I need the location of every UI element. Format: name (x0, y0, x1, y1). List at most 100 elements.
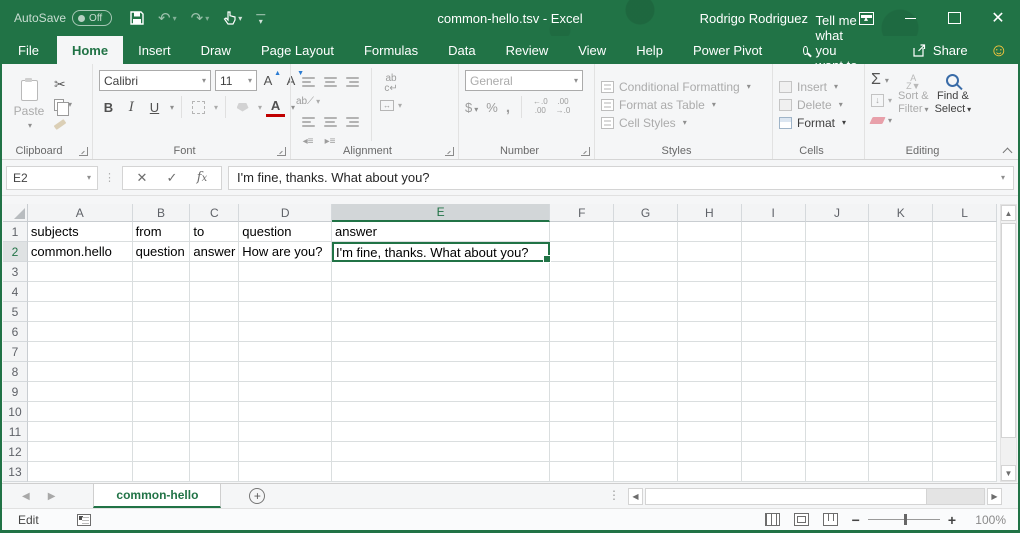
cell-E2[interactable]: I'm fine, thanks. What about you? (332, 242, 550, 262)
row-header-13[interactable]: 13 (3, 462, 28, 482)
cell-I13[interactable] (742, 462, 806, 482)
row-header-2[interactable]: 2 (3, 242, 28, 262)
redo-dropdown-icon[interactable]: ▾ (205, 14, 209, 23)
accounting-format-button[interactable]: $▾ (465, 100, 478, 115)
cell-H3[interactable] (678, 262, 742, 282)
cell-L13[interactable] (933, 462, 997, 482)
borders-button[interactable] (189, 98, 208, 117)
cell-K12[interactable] (869, 442, 933, 462)
alignment-dialog-launcher-icon[interactable] (445, 147, 454, 156)
cell-D8[interactable] (239, 362, 332, 382)
cell-A4[interactable] (28, 282, 133, 302)
cell-I2[interactable] (742, 242, 806, 262)
zoom-level[interactable]: 100% (970, 513, 1006, 527)
column-header-D[interactable]: D (239, 204, 332, 222)
cell-I11[interactable] (742, 422, 806, 442)
cell-H9[interactable] (678, 382, 742, 402)
cell-I12[interactable] (742, 442, 806, 462)
cell-A3[interactable] (28, 262, 133, 282)
cell-H10[interactable] (678, 402, 742, 422)
cell-B11[interactable] (133, 422, 191, 442)
cell-A1[interactable]: subjects (28, 222, 133, 242)
cell-J6[interactable] (806, 322, 870, 342)
cell-J8[interactable] (806, 362, 870, 382)
cell-C2[interactable]: answer (190, 242, 239, 262)
scroll-left-icon[interactable]: ◀ (628, 488, 643, 505)
tab-page-layout[interactable]: Page Layout (246, 36, 349, 64)
cell-J2[interactable] (806, 242, 870, 262)
font-color-button[interactable]: A (266, 98, 285, 117)
prev-sheet-icon[interactable]: ◀ (22, 491, 30, 502)
row-header-5[interactable]: 5 (3, 302, 28, 322)
format-cells-button[interactable]: Format▾ (779, 116, 846, 130)
cell-H8[interactable] (678, 362, 742, 382)
fill-color-dropdown-icon[interactable]: ▾ (258, 103, 262, 112)
cell-K10[interactable] (869, 402, 933, 422)
cell-F5[interactable] (550, 302, 614, 322)
cell-B5[interactable] (133, 302, 191, 322)
horizontal-scroll-thumb[interactable] (646, 489, 927, 504)
vertical-scroll-thumb[interactable] (1001, 223, 1016, 438)
scroll-right-icon[interactable]: ▶ (987, 488, 1002, 505)
format-painter-button[interactable] (54, 117, 84, 133)
cell-C12[interactable] (190, 442, 239, 462)
select-all-button[interactable] (3, 204, 28, 222)
cell-F9[interactable] (550, 382, 614, 402)
cell-C7[interactable] (190, 342, 239, 362)
tab-help[interactable]: Help (621, 36, 678, 64)
merge-center-button[interactable]: ↔▾ (380, 100, 402, 111)
column-header-I[interactable]: I (742, 204, 806, 222)
cell-B4[interactable] (133, 282, 191, 302)
cell-A10[interactable] (28, 402, 133, 422)
cell-J3[interactable] (806, 262, 870, 282)
cell-D7[interactable] (239, 342, 332, 362)
borders-dropdown-icon[interactable]: ▾ (214, 103, 218, 112)
percent-style-button[interactable]: % (486, 100, 498, 115)
row-header-6[interactable]: 6 (3, 322, 28, 342)
new-sheet-button[interactable]: + (249, 484, 265, 508)
redo-button[interactable]: ↷▾ (191, 9, 210, 27)
share-button[interactable]: Share (912, 36, 968, 64)
italic-button[interactable]: I (122, 98, 141, 117)
cell-C13[interactable] (190, 462, 239, 482)
cell-I9[interactable] (742, 382, 806, 402)
clear-button[interactable]: ▾ (871, 112, 892, 128)
cell-I1[interactable] (742, 222, 806, 242)
cell-I3[interactable] (742, 262, 806, 282)
number-format-select[interactable]: General▾ (465, 70, 583, 91)
cell-K6[interactable] (869, 322, 933, 342)
cell-D1[interactable]: question (239, 222, 332, 242)
cell-K9[interactable] (869, 382, 933, 402)
cell-B13[interactable] (133, 462, 191, 482)
cell-D13[interactable] (239, 462, 332, 482)
cell-A11[interactable] (28, 422, 133, 442)
font-dialog-launcher-icon[interactable] (277, 147, 286, 156)
cell-G12[interactable] (614, 442, 678, 462)
cell-B12[interactable] (133, 442, 191, 462)
cell-H7[interactable] (678, 342, 742, 362)
cell-D4[interactable] (239, 282, 332, 302)
bottom-align-button[interactable] (346, 77, 359, 87)
user-name[interactable]: Rodrigo Rodriguez (700, 11, 808, 26)
delete-cells-button[interactable]: Delete▾ (779, 98, 846, 112)
font-size-select[interactable]: 11▾ (215, 70, 257, 91)
cell-E13[interactable] (332, 462, 550, 482)
cell-K13[interactable] (869, 462, 933, 482)
cell-G13[interactable] (614, 462, 678, 482)
cell-F3[interactable] (550, 262, 614, 282)
cell-J4[interactable] (806, 282, 870, 302)
tab-file[interactable]: File (0, 36, 57, 64)
find-select-button[interactable]: Find & Select▾ (935, 72, 972, 116)
conditional-formatting-button[interactable]: Conditional Formatting▾ (601, 80, 751, 94)
row-header-9[interactable]: 9 (3, 382, 28, 402)
cell-I8[interactable] (742, 362, 806, 382)
row-header-10[interactable]: 10 (3, 402, 28, 422)
cell-E12[interactable] (332, 442, 550, 462)
tab-power-pivot[interactable]: Power Pivot (678, 36, 777, 64)
cell-I5[interactable] (742, 302, 806, 322)
cell-D10[interactable] (239, 402, 332, 422)
cell-F8[interactable] (550, 362, 614, 382)
cell-G11[interactable] (614, 422, 678, 442)
cell-L6[interactable] (933, 322, 997, 342)
cell-A5[interactable] (28, 302, 133, 322)
